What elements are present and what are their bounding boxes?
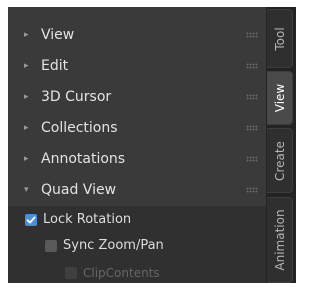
tab-label: View	[272, 83, 287, 113]
checkmark-icon	[26, 216, 36, 224]
sync-zoom-pan-checkbox[interactable]	[45, 240, 57, 252]
section-label[interactable]: View	[41, 26, 74, 44]
tab-view[interactable]: View	[267, 71, 293, 125]
disclosure-arrow-icon[interactable]: ▸	[24, 122, 29, 134]
sync-zoom-pan-label[interactable]: Sync Zoom/Pan	[63, 238, 164, 254]
section-view[interactable]: ▸ View	[8, 20, 266, 51]
tab-create[interactable]: Create	[267, 128, 293, 193]
section-annotations[interactable]: ▸ Annotations	[8, 144, 266, 175]
section-label[interactable]: Annotations	[41, 150, 125, 168]
tab-label: Tool	[272, 26, 287, 51]
section-label[interactable]: 3D Cursor	[41, 88, 111, 106]
section-label[interactable]: Quad View	[41, 181, 116, 199]
sidebar-frame: ▸ View ▸ Edit ▸ 3D Cursor ▸ Collections …	[0, 0, 305, 291]
disclosure-arrow-icon[interactable]: ▸	[24, 91, 29, 103]
drag-grip-icon[interactable]	[246, 156, 258, 162]
tab-animation[interactable]: Animation	[267, 197, 293, 283]
quad-view-content: Lock Rotation Sync Zoom/Pan ClipContents	[8, 206, 266, 283]
drag-grip-icon[interactable]	[246, 63, 258, 69]
drag-grip-icon[interactable]	[246, 187, 258, 193]
tab-label: Create	[272, 140, 287, 181]
section-edit[interactable]: ▸ Edit	[8, 51, 266, 82]
drag-grip-icon[interactable]	[246, 94, 258, 100]
lock-rotation-label[interactable]: Lock Rotation	[43, 212, 131, 228]
clip-contents-label[interactable]: ClipContents	[83, 265, 160, 281]
drag-grip-icon[interactable]	[246, 125, 258, 131]
section-label[interactable]: Collections	[41, 119, 118, 137]
disclosure-arrow-icon[interactable]: ▸	[24, 153, 29, 165]
sidebar-tabs: Tool View Create Animation	[266, 7, 296, 283]
disclosure-arrow-icon[interactable]: ▾	[24, 184, 29, 196]
tab-label: Animation	[272, 209, 287, 271]
section-collections[interactable]: ▸ Collections	[8, 113, 266, 144]
disclosure-arrow-icon[interactable]: ▸	[24, 29, 29, 41]
sidebar-panel: ▸ View ▸ Edit ▸ 3D Cursor ▸ Collections …	[8, 7, 266, 283]
section-label[interactable]: Edit	[41, 57, 68, 75]
drag-grip-icon[interactable]	[246, 32, 258, 38]
disclosure-arrow-icon[interactable]: ▸	[24, 60, 29, 72]
lock-rotation-checkbox[interactable]	[25, 214, 37, 226]
section-quad-view[interactable]: ▾ Quad View	[8, 175, 266, 206]
clip-contents-checkbox[interactable]	[65, 267, 77, 279]
tab-tool[interactable]: Tool	[267, 9, 293, 68]
section-3d-cursor[interactable]: ▸ 3D Cursor	[8, 82, 266, 113]
